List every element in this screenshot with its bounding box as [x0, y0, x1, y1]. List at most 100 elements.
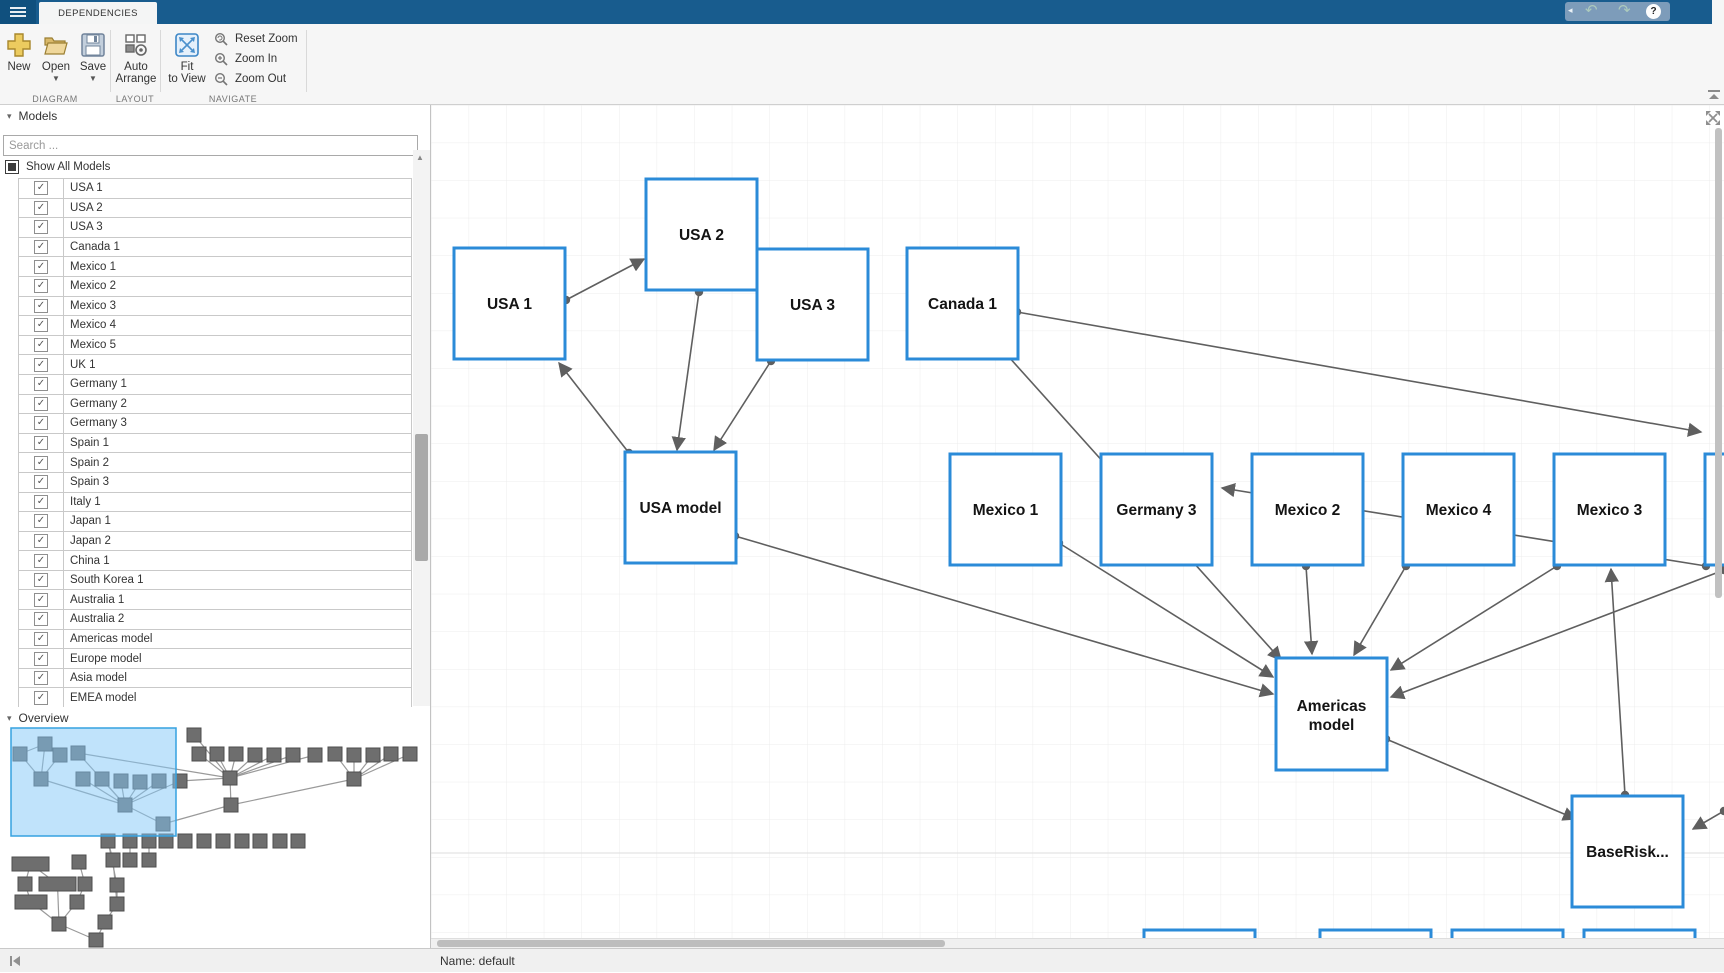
model-checkbox[interactable]: ✓ [34, 612, 48, 626]
model-node[interactable]: Mexico 4 [1403, 454, 1514, 565]
model-checkbox[interactable]: ✓ [34, 377, 48, 391]
model-checkbox[interactable]: ✓ [34, 240, 48, 254]
model-row[interactable]: ✓Germany 2 [19, 395, 411, 415]
model-row[interactable]: ✓Japan 2 [19, 532, 411, 552]
redo-icon[interactable]: ↷ [1618, 1, 1631, 19]
model-checkbox[interactable]: ✓ [34, 260, 48, 274]
overview-collapse-caret-icon[interactable]: ▾ [7, 713, 12, 724]
model-checkbox[interactable]: ✓ [34, 416, 48, 430]
model-row[interactable]: ✓Germany 3 [19, 414, 411, 434]
model-checkbox[interactable]: ✓ [34, 181, 48, 195]
model-node[interactable]: Americasmodel [1276, 658, 1387, 770]
model-row[interactable]: ✓Spain 3 [19, 473, 411, 493]
model-row[interactable]: ✓Japan 1 [19, 512, 411, 532]
model-checkbox[interactable]: ✓ [34, 632, 48, 646]
model-row[interactable]: ✓Europe model [19, 649, 411, 669]
model-checkbox[interactable]: ✓ [34, 593, 48, 607]
model-checkbox[interactable]: ✓ [34, 475, 48, 489]
fit-to-view-button[interactable]: Fit to View [164, 32, 210, 85]
model-row[interactable]: ✓Australia 1 [19, 590, 411, 610]
model-node[interactable]: BaseRisk... [1572, 796, 1683, 907]
auto-arrange-button[interactable]: Auto Arrange [112, 32, 160, 85]
model-checkbox[interactable]: ✓ [34, 573, 48, 587]
model-checkbox[interactable]: ✓ [34, 338, 48, 352]
models-list-scrollbar[interactable]: ▲ [413, 150, 430, 706]
model-checkbox[interactable]: ✓ [34, 495, 48, 509]
minimize-ribbon-button[interactable] [1708, 90, 1720, 102]
model-row[interactable]: ✓USA 2 [19, 199, 411, 219]
model-checkbox[interactable]: ✓ [34, 456, 48, 470]
model-node[interactable]: USA 2 [646, 179, 757, 290]
model-row[interactable]: ✓Spain 1 [19, 434, 411, 454]
tab-dependencies[interactable]: DEPENDENCIES [39, 2, 157, 24]
model-node[interactable]: Germany 3 [1101, 454, 1212, 565]
canvas-horizontal-scrollbar[interactable] [431, 938, 1724, 948]
scrollbar-up-arrow-icon[interactable]: ▲ [416, 153, 424, 162]
model-checkbox[interactable]: ✓ [34, 201, 48, 215]
show-all-models-toggle[interactable]: Show All Models [5, 160, 110, 174]
model-checkbox[interactable]: ✓ [34, 279, 48, 293]
canvas-hscroll-thumb[interactable] [437, 940, 945, 947]
model-row[interactable]: ✓Asia model [19, 669, 411, 689]
model-row[interactable]: ✓Mexico 2 [19, 277, 411, 297]
skip-to-start-icon[interactable] [8, 954, 22, 973]
model-row[interactable]: ✓USA 1 [19, 179, 411, 199]
model-row[interactable]: ✓Mexico 5 [19, 336, 411, 356]
open-dropdown-caret[interactable]: ▼ [38, 75, 74, 83]
model-row[interactable]: ✓Australia 2 [19, 610, 411, 630]
model-checkbox[interactable]: ✓ [34, 514, 48, 528]
zoom-out-button[interactable]: Zoom Out [214, 70, 286, 88]
undo-icon[interactable]: ↶ [1585, 1, 1598, 19]
model-node[interactable]: Mexico 2 [1252, 454, 1363, 565]
model-node[interactable]: Mexico 3 [1554, 454, 1665, 565]
canvas-vertical-scrollbar[interactable] [1715, 128, 1722, 598]
models-panel-header[interactable]: ▾ Models [0, 105, 430, 127]
model-row[interactable]: ✓EMEA model [19, 688, 411, 708]
models-collapse-caret-icon[interactable]: ▾ [7, 111, 12, 122]
diagram-canvas[interactable]: USA 1 USA 2USA 3 Canada 1 USA model Mexico 1… [431, 105, 1724, 948]
model-row[interactable]: ✓USA 3 [19, 218, 411, 238]
model-checkbox[interactable]: ✓ [34, 534, 48, 548]
search-input[interactable] [3, 135, 418, 156]
model-checkbox[interactable]: ✓ [34, 397, 48, 411]
model-checkbox[interactable]: ✓ [34, 671, 48, 685]
model-row[interactable]: ✓Canada 1 [19, 238, 411, 258]
model-checkbox[interactable]: ✓ [34, 220, 48, 234]
reset-zoom-button[interactable]: Reset Zoom [214, 30, 298, 48]
model-row[interactable]: ✓Spain 2 [19, 453, 411, 473]
scrollbar-thumb[interactable] [415, 434, 428, 561]
model-row[interactable]: ✓Germany 1 [19, 375, 411, 395]
model-node[interactable]: Mexico 1 [950, 454, 1061, 565]
model-row[interactable]: ✓Mexico 4 [19, 316, 411, 336]
model-row[interactable]: ✓Mexico 3 [19, 297, 411, 317]
model-checkbox[interactable]: ✓ [34, 318, 48, 332]
model-node[interactable]: USA 1 [454, 248, 565, 359]
model-checkbox[interactable]: ✓ [34, 652, 48, 666]
model-node[interactable]: Canada 1 [907, 248, 1018, 359]
minimap-viewport[interactable] [11, 728, 176, 836]
model-checkbox[interactable]: ✓ [34, 554, 48, 568]
expand-canvas-icon[interactable] [1705, 110, 1721, 126]
new-button[interactable]: New [2, 32, 36, 73]
model-row[interactable]: ✓Americas model [19, 630, 411, 650]
model-checkbox[interactable]: ✓ [34, 358, 48, 372]
model-node[interactable]: USA model [625, 452, 736, 563]
save-dropdown-caret[interactable]: ▼ [76, 75, 110, 83]
model-checkbox[interactable]: ✓ [34, 436, 48, 450]
overview-minimap[interactable] [0, 726, 431, 948]
model-row[interactable]: ✓China 1 [19, 551, 411, 571]
help-button[interactable]: ? [1646, 4, 1661, 19]
model-checkbox[interactable]: ✓ [34, 299, 48, 313]
model-node[interactable]: USA 3 [757, 249, 868, 360]
model-row[interactable]: ✓Mexico 1 [19, 257, 411, 277]
show-all-checkbox[interactable] [5, 160, 19, 174]
model-row[interactable]: ✓South Korea 1 [19, 571, 411, 591]
open-button[interactable]: Open ▼ [38, 32, 74, 83]
model-row[interactable]: ✓Italy 1 [19, 493, 411, 513]
model-checkbox[interactable]: ✓ [34, 691, 48, 705]
zoom-in-button[interactable]: Zoom In [214, 50, 277, 68]
model-row[interactable]: ✓UK 1 [19, 355, 411, 375]
hamburger-menu-button[interactable] [0, 0, 36, 24]
save-button[interactable]: Save ▼ [76, 32, 110, 83]
collapse-chevron-icon[interactable]: ◂ [1568, 5, 1573, 16]
